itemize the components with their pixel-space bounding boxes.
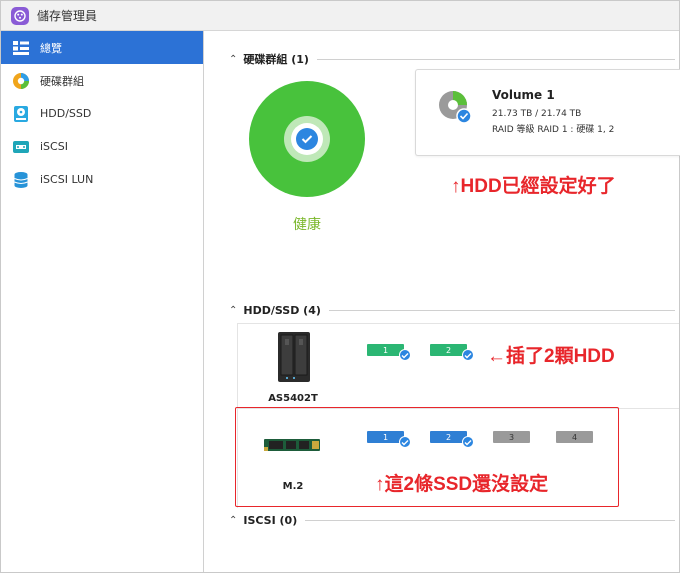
- sidebar-item-iscsi[interactable]: iSCSI: [1, 130, 203, 163]
- sidebar-item-label: 硬碟群組: [40, 74, 84, 88]
- volume-raid-info: RAID 等級 RAID 1 : 硬碟 1, 2: [492, 125, 615, 135]
- annotation-ssd-not-configured: ↑這2條SSD還沒設定: [375, 474, 549, 495]
- hdd-ssd-icon: [12, 105, 30, 123]
- annotation-two-hdd-inserted: ←插了2顆HDD: [487, 346, 615, 367]
- slot-number: 2: [445, 345, 452, 355]
- sidebar-item-label: iSCSI: [40, 140, 68, 153]
- slot-ok-check-icon: [399, 349, 411, 361]
- section-title: ISCSI (0): [243, 514, 298, 527]
- storage-manager-window: 儲存管理員 總覽 硬碟群組 HDD/SSD iSCSI iSCSI LUN ⌃ …: [0, 0, 680, 573]
- sidebar-item-label: HDD/SSD: [40, 107, 92, 120]
- sidebar-item-label: 總覽: [40, 41, 62, 55]
- sidebar-item-iscsi-lun[interactable]: iSCSI LUN: [1, 163, 203, 196]
- health-ring: [284, 116, 330, 162]
- check-badge: [296, 128, 318, 150]
- sidebar-item-label: iSCSI LUN: [40, 173, 94, 186]
- iscsi-lun-icon: [12, 171, 30, 189]
- section-divider: [316, 58, 675, 60]
- volume-disk-icon: [436, 88, 474, 126]
- window-title: 儲存管理員: [37, 9, 98, 23]
- volume-capacity: 21.73 TB / 21.74 TB: [492, 109, 582, 119]
- health-status-circle: [249, 81, 365, 197]
- disk-group-icon: [12, 72, 30, 90]
- section-header-disk-group[interactable]: ⌃ 硬碟群組 (1): [229, 51, 675, 67]
- overview-icon: [12, 39, 30, 57]
- device-label-nas: AS5402T: [268, 393, 318, 404]
- sidebar-item-overview[interactable]: 總覽: [1, 31, 203, 64]
- slot-number: 1: [382, 345, 389, 355]
- check-icon: [291, 123, 323, 155]
- collapse-chevron-icon[interactable]: ⌃: [229, 54, 237, 65]
- collapse-chevron-icon[interactable]: ⌃: [229, 305, 237, 316]
- volume-card[interactable]: Volume 1 21.73 TB / 21.74 TB RAID 等級 RAI…: [415, 69, 680, 156]
- section-title: HDD/SSD (4): [243, 304, 321, 317]
- section-divider: [305, 520, 675, 521]
- title-bar: 儲存管理員: [1, 1, 679, 31]
- storage-manager-app-icon: [11, 6, 29, 25]
- section-header-iscsi[interactable]: ⌃ ISCSI (0): [229, 514, 675, 527]
- annotation-hdd-configured: ↑HDD已經設定好了: [451, 176, 616, 197]
- sidebar-item-hdd-ssd[interactable]: HDD/SSD: [1, 97, 203, 130]
- section-divider: [328, 310, 675, 311]
- sidebar-item-disk-group[interactable]: 硬碟群組: [1, 64, 203, 97]
- main-content: ⌃ 硬碟群組 (1) 健康 Volume 1 21.73 TB / 21.74 …: [205, 31, 680, 572]
- sidebar: 總覽 硬碟群組 HDD/SSD iSCSI iSCSI LUN: [1, 31, 204, 572]
- section-title: 硬碟群組 (1): [243, 53, 309, 66]
- nas-device-image: [277, 331, 311, 387]
- slot-ok-check-icon: [462, 349, 474, 361]
- iscsi-icon: [12, 138, 30, 156]
- section-header-hdd-ssd[interactable]: ⌃ HDD/SSD (4): [229, 304, 675, 317]
- health-label: 健康: [293, 217, 321, 233]
- volume-name: Volume 1: [492, 88, 555, 102]
- collapse-chevron-icon[interactable]: ⌃: [229, 515, 237, 526]
